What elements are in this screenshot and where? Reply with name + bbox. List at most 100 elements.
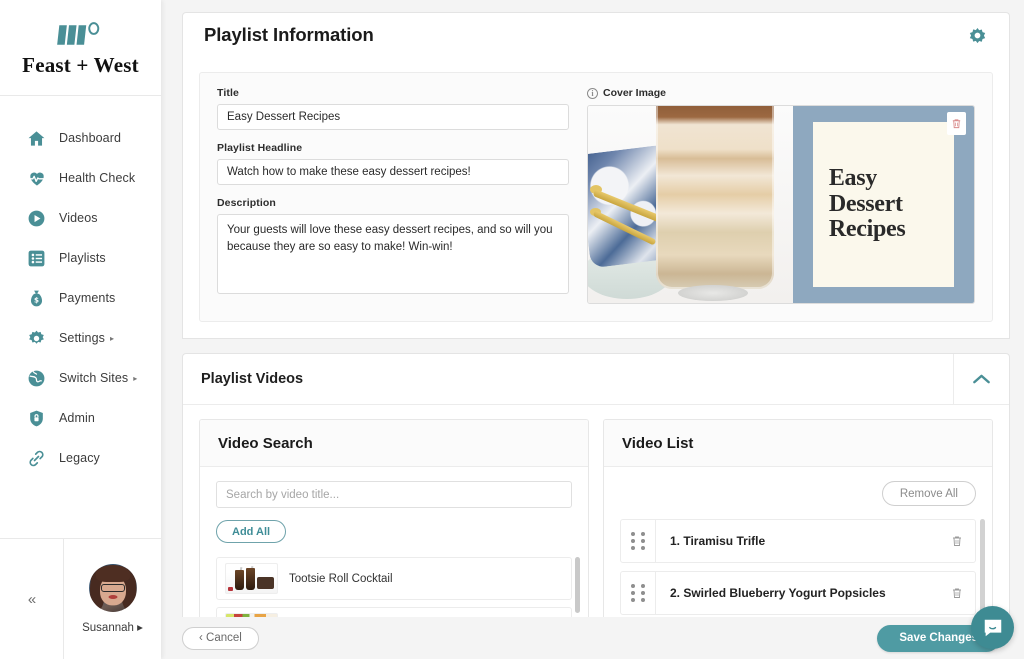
playlist-information-inner: Title Playlist Headline Description i [199, 72, 993, 322]
gear-icon [26, 328, 47, 349]
collapse-sidebar-label: « [27, 590, 36, 608]
cover-caption-box: Easy Dessert Recipes [812, 121, 955, 288]
cover-caption-line-1: Easy [828, 164, 877, 191]
playlist-videos-title: Playlist Videos [201, 371, 304, 387]
chat-widget-button[interactable] [971, 606, 1014, 649]
sidebar-item-label: Playlists [59, 251, 106, 265]
sidebar-item-label: Health Check [59, 171, 136, 185]
sidebar-item-label: Videos [59, 211, 98, 225]
drag-handle-icon[interactable] [621, 520, 656, 562]
chevron-right-icon: ▸ [133, 373, 138, 383]
sidebar-item-label: Settings [59, 331, 105, 345]
chat-bubble-icon [984, 619, 1001, 636]
cover-label-row: i Cover Image [587, 87, 975, 99]
description-textarea[interactable] [217, 214, 569, 294]
remove-all-button[interactable]: Remove All [881, 481, 976, 506]
playlist-information-card: Title Playlist Headline Description i [182, 57, 1010, 339]
sidebar-item-payments[interactable]: $ Payments [0, 278, 161, 318]
user-menu[interactable]: Susannah ▸ [64, 539, 161, 659]
cover-image-section: i Cover Image Easy Dessert Recipes [587, 87, 975, 304]
brand-block[interactable]: Feast + West [0, 0, 161, 96]
playlist-form: Title Playlist Headline Description [217, 87, 569, 304]
main-content: Playlist Information Title Playlist Head… [161, 0, 1024, 659]
video-list-title: Video List [622, 434, 694, 452]
cover-caption-line-2: Dessert [828, 190, 903, 217]
cover-photo-caption-band: Easy Dessert Recipes [792, 106, 974, 303]
add-all-button[interactable]: Add All [216, 520, 287, 543]
form-footer: ‹ Cancel Save Changes [161, 617, 1024, 659]
title-label: Title [217, 87, 239, 99]
description-label: Description [217, 197, 276, 209]
link-icon [26, 448, 47, 469]
sidebar-item-videos[interactable]: Videos [0, 198, 161, 238]
heartbeat-icon [26, 168, 47, 189]
trash-icon [953, 536, 961, 546]
chevron-right-icon: ▸ [137, 622, 143, 634]
playlist-videos-card: Playlist Videos Video Search Add All [182, 353, 1010, 659]
cover-photo-dessert [588, 106, 793, 303]
avatar [88, 564, 137, 612]
trash-icon [953, 588, 961, 598]
sidebar-item-label: Admin [59, 411, 95, 425]
search-result-item[interactable]: Tootsie Roll Cocktail [216, 557, 572, 600]
cover-image-photo: Easy Dessert Recipes [588, 106, 974, 303]
video-list-toolbar: Remove All [620, 481, 976, 506]
cover-caption-line-3: Recipes [828, 216, 906, 243]
user-name: Susannah ▸ [82, 622, 143, 634]
app-root: Feast + West Dashboard Health Check Vide… [0, 0, 1024, 659]
video-list-item-label: 2. Swirled Blueberry Yogurt Popsicles [670, 586, 886, 600]
cocktail-thumb-icon [225, 563, 278, 594]
sidebar-item-dashboard[interactable]: Dashboard [0, 118, 161, 158]
search-results-scrollbar[interactable] [575, 557, 580, 613]
video-list-items: 1. Tiramisu Trifle 2. Swirled Blueberry … [620, 519, 985, 615]
sidebar-item-playlists[interactable]: Playlists [0, 238, 161, 278]
remove-video-button[interactable] [939, 572, 975, 614]
info-icon[interactable]: i [587, 87, 598, 99]
globe-icon [26, 368, 47, 389]
delete-cover-image-button[interactable] [947, 112, 966, 135]
video-list-item[interactable]: 2. Swirled Blueberry Yogurt Popsicles [620, 571, 976, 615]
headline-input[interactable] [217, 159, 569, 185]
sidebar-item-admin[interactable]: Admin [0, 398, 161, 438]
sidebar-item-legacy[interactable]: Legacy [0, 438, 161, 478]
sidebar-item-label: Switch Sites [59, 371, 129, 385]
sidebar-item-label: Legacy [59, 451, 100, 465]
sidebar-item-label: Dashboard [59, 131, 122, 145]
description-field-group: Description [217, 197, 569, 299]
cover-image-label: Cover Image [603, 87, 667, 99]
search-result-title: Tootsie Roll Cocktail [289, 572, 393, 585]
sidebar-item-settings[interactable]: Settings ▸ [0, 318, 161, 358]
video-search-header: Video Search [200, 420, 588, 467]
money-bag-icon: $ [26, 288, 47, 309]
shield-lock-icon [26, 408, 47, 429]
video-list-body: Remove All 1. Tiramisu Trifle 2. Swirled… [604, 467, 992, 615]
playlist-videos-collapse-button[interactable] [953, 353, 1009, 405]
sidebar: Feast + West Dashboard Health Check Vide… [0, 0, 161, 659]
feast-west-logo-icon [56, 22, 99, 45]
playlist-videos-header: Playlist Videos [183, 353, 1009, 405]
video-list-item-label: 1. Tiramisu Trifle [670, 534, 766, 548]
collapse-sidebar-button[interactable]: « [0, 539, 64, 659]
list-icon [26, 248, 47, 269]
video-list-item[interactable]: 1. Tiramisu Trifle [620, 519, 976, 563]
cancel-button[interactable]: ‹ Cancel [182, 626, 259, 650]
trash-icon [952, 119, 961, 129]
sidebar-item-health-check[interactable]: Health Check [0, 158, 161, 198]
sidebar-footer: « Susannah ▸ [0, 538, 161, 659]
search-input[interactable] [216, 481, 572, 508]
title-input[interactable] [217, 104, 569, 130]
remove-video-button[interactable] [939, 520, 975, 562]
sidebar-item-switch-sites[interactable]: Switch Sites ▸ [0, 358, 161, 398]
sidebar-item-label: Payments [59, 291, 116, 305]
headline-field-group: Playlist Headline [217, 142, 569, 185]
chevron-up-icon [973, 374, 990, 384]
page-title: Playlist Information [204, 24, 374, 45]
page-header: Playlist Information [182, 12, 1010, 57]
cover-image-frame[interactable]: Easy Dessert Recipes [587, 105, 975, 304]
drag-handle-icon[interactable] [621, 572, 656, 614]
title-field-group: Title [217, 87, 569, 130]
settings-gear-button[interactable] [967, 25, 988, 46]
svg-text:$: $ [34, 295, 39, 304]
video-list-scrollbar[interactable] [980, 519, 985, 615]
sidebar-nav: Dashboard Health Check Videos Playlists … [0, 96, 161, 538]
